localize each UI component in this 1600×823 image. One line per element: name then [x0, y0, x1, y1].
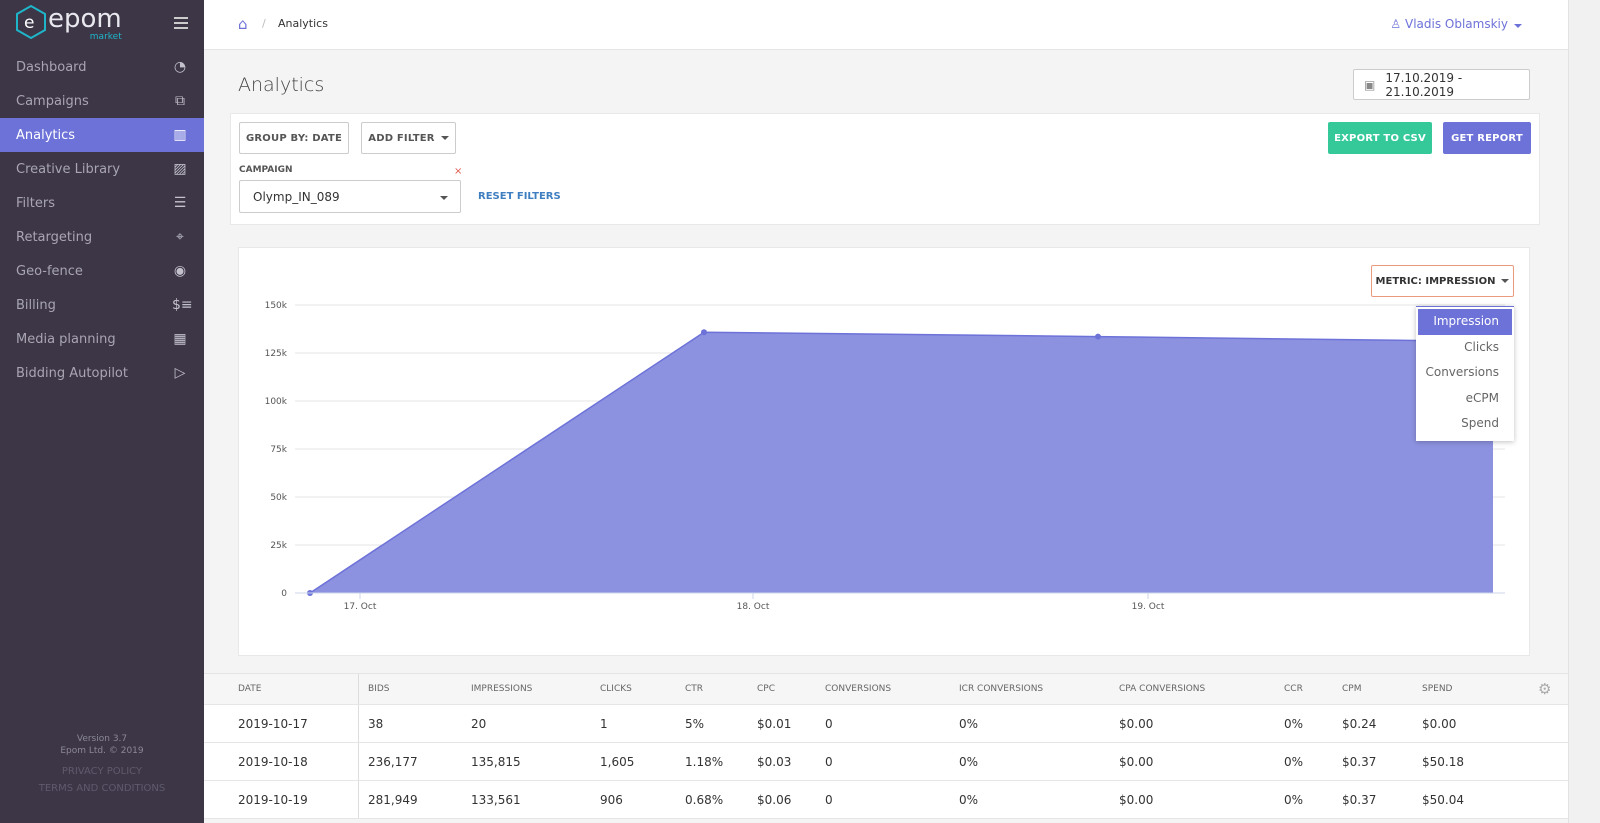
- column-header[interactable]: BIDS: [368, 684, 389, 694]
- data-point: [701, 329, 707, 336]
- column-header[interactable]: ICR CONVERSIONS: [959, 684, 1043, 694]
- data-point: [1095, 333, 1101, 340]
- column-divider: [358, 705, 359, 742]
- chevron-down-icon: [1501, 279, 1510, 283]
- column-divider: [358, 781, 359, 818]
- table-cell: 0%: [1284, 792, 1304, 807]
- table-cell: $50.18: [1422, 754, 1464, 769]
- table-cell: $0.00: [1119, 792, 1154, 807]
- analytics-table: DATE BIDS IMPRESSIONS CLICKS CTR CPC CONVERSIO…: [204, 673, 1568, 819]
- column-divider: [358, 674, 359, 704]
- metric-option-ecpm[interactable]: eCPM: [1418, 386, 1512, 412]
- metric-option-conversions[interactable]: Conversions: [1418, 360, 1512, 386]
- y-tick-label: 125k: [265, 349, 288, 359]
- x-tick-label: 17. Oct: [344, 602, 377, 612]
- table-cell: 2019-10-18: [238, 754, 308, 769]
- table-cell: 0%: [959, 792, 979, 807]
- y-tick-label: 150k: [265, 301, 288, 311]
- table-cell: 0: [825, 716, 833, 731]
- table-cell: 20: [471, 716, 487, 731]
- table-cell: 281,949: [368, 792, 418, 807]
- table-cell: 906: [600, 792, 623, 807]
- table-cell: 0: [825, 792, 833, 807]
- table-cell: 38: [368, 716, 384, 731]
- table-cell: 2019-10-17: [238, 716, 308, 731]
- settings-gear-icon[interactable]: ⚙: [1538, 680, 1551, 698]
- column-header[interactable]: CONVERSIONS: [825, 684, 891, 694]
- table-cell: 1: [600, 716, 608, 731]
- table-cell: $0.00: [1422, 716, 1457, 731]
- y-tick-label: 75k: [270, 445, 287, 455]
- column-header[interactable]: CPA CONVERSIONS: [1119, 684, 1205, 694]
- y-tick-label: 0: [281, 589, 287, 599]
- table-cell: 0%: [1284, 754, 1304, 769]
- table-cell: 0.68%: [685, 792, 724, 807]
- table-row: 2019-10-18 236,177 135,815 1,605 1.18% $0.03 0…: [204, 743, 1568, 781]
- metric-option-clicks[interactable]: Clicks: [1418, 335, 1512, 361]
- table-cell: 236,177: [368, 754, 418, 769]
- table-cell: $0.01: [757, 716, 792, 731]
- column-header[interactable]: CCR: [1284, 684, 1303, 694]
- column-header[interactable]: CPM: [1342, 684, 1361, 694]
- table-cell: $50.04: [1422, 792, 1464, 807]
- table-cell: $0.06: [757, 792, 792, 807]
- y-tick-label: 25k: [270, 541, 287, 551]
- table-cell: $0.03: [757, 754, 792, 769]
- table-cell: 1.18%: [685, 754, 724, 769]
- table-cell: 135,815: [471, 754, 521, 769]
- table-row: 2019-10-17 38 20 1 5% $0.01 0 0% $0.00 0% $0.24 $0.…: [204, 705, 1568, 743]
- metric-option-spend[interactable]: Spend: [1418, 411, 1512, 437]
- impressions-area: [310, 332, 1493, 593]
- metric-dropdown[interactable]: METRIC: IMPRESSION: [1371, 265, 1514, 297]
- table-header-row: DATE BIDS IMPRESSIONS CLICKS CTR CPC CONVERSIO…: [204, 673, 1568, 705]
- column-divider: [358, 743, 359, 780]
- x-tick-label: 18. Oct: [737, 602, 770, 612]
- table-cell: $0.24: [1342, 716, 1377, 731]
- table-cell: $0.37: [1342, 754, 1377, 769]
- table-cell: 0%: [1284, 716, 1304, 731]
- y-tick-label: 50k: [270, 493, 287, 503]
- table-cell: 0%: [959, 716, 979, 731]
- metric-option-impression[interactable]: Impression: [1418, 309, 1512, 335]
- table-cell: $0.00: [1119, 716, 1154, 731]
- table-cell: 133,561: [471, 792, 521, 807]
- x-tick-label: 19. Oct: [1132, 602, 1165, 612]
- table-cell: $0.37: [1342, 792, 1377, 807]
- table-cell: 2019-10-19: [238, 792, 308, 807]
- column-header[interactable]: CLICKS: [600, 684, 632, 694]
- column-header[interactable]: CTR: [685, 684, 703, 694]
- table-cell: 5%: [685, 716, 705, 731]
- table-cell: $0.00: [1119, 754, 1154, 769]
- column-header[interactable]: CPC: [757, 684, 775, 694]
- table-cell: 0%: [959, 754, 979, 769]
- table-row: 2019-10-19 281,949 133,561 906 0.68% $0.06 0 0%…: [204, 781, 1568, 819]
- metric-menu: Impression Clicks Conversions eCPM Spend: [1416, 306, 1514, 441]
- table-cell: 1,605: [600, 754, 635, 769]
- y-tick-label: 100k: [265, 397, 288, 407]
- column-header[interactable]: SPEND: [1422, 684, 1453, 694]
- column-header[interactable]: IMPRESSIONS: [471, 684, 532, 694]
- column-header[interactable]: DATE: [238, 684, 261, 694]
- table-cell: 0: [825, 754, 833, 769]
